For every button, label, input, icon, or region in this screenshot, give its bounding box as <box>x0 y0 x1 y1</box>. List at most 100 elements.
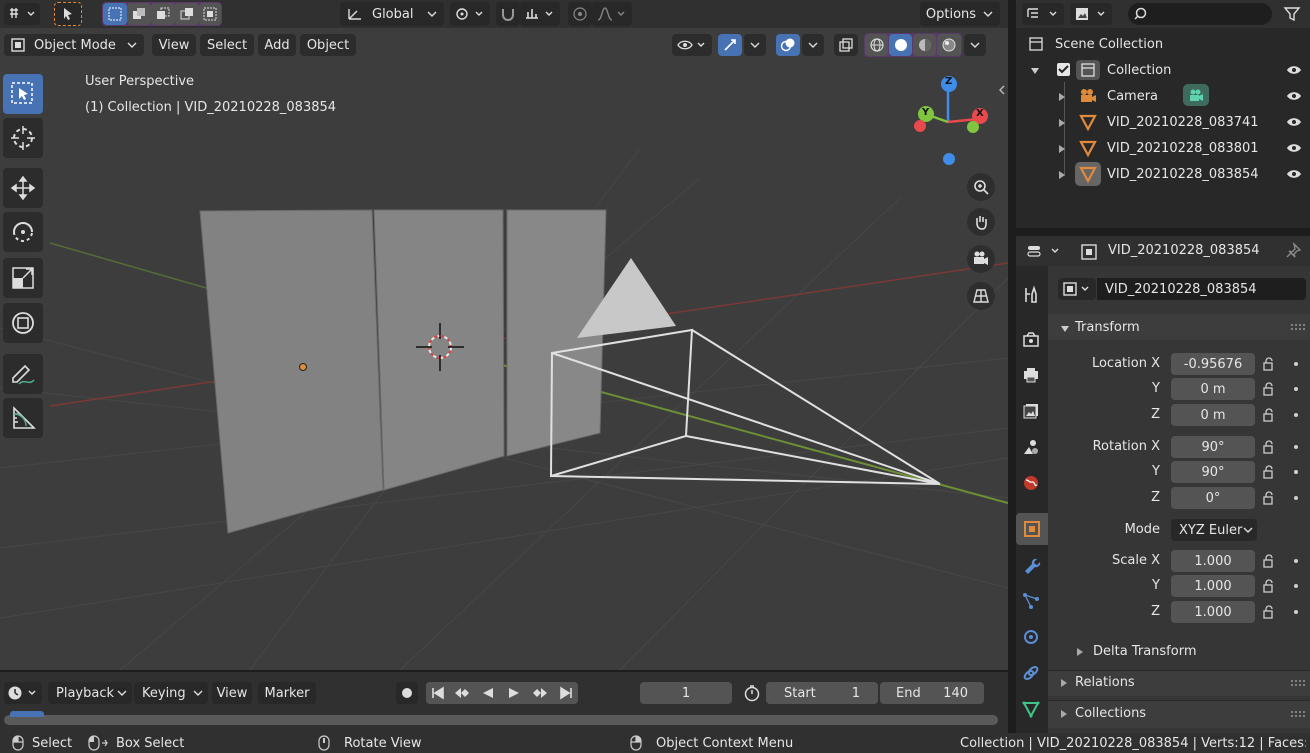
outliner-item-collection[interactable]: Collection <box>1107 63 1171 78</box>
tool-annotate[interactable] <box>3 354 43 394</box>
eye-icon[interactable] <box>1286 65 1302 75</box>
keyframe-dot[interactable] <box>1294 445 1298 449</box>
visibility-dropdown[interactable] <box>672 34 712 56</box>
outliner-item-camera[interactable]: Camera <box>1107 89 1158 104</box>
expand-arrow-icon[interactable] <box>1058 91 1066 101</box>
xray-toggle[interactable] <box>834 34 858 56</box>
pan-button[interactable] <box>967 208 995 236</box>
shading-material-button[interactable] <box>913 34 936 56</box>
tab-modifiers[interactable] <box>1016 550 1046 580</box>
tab-output[interactable] <box>1016 360 1046 390</box>
select-new-button[interactable] <box>103 3 127 25</box>
lock-icon[interactable] <box>1262 465 1276 479</box>
display-mode-dropdown[interactable] <box>1070 3 1112 25</box>
expand-arrow-icon[interactable] <box>1060 708 1068 718</box>
select-intersect-button[interactable] <box>199 3 221 25</box>
drag-handle-icon[interactable] <box>1290 322 1306 332</box>
stopwatch-icon[interactable] <box>742 684 762 702</box>
zoom-button[interactable] <box>967 173 995 201</box>
gizmo-dropdown[interactable] <box>744 34 766 56</box>
tool-measure[interactable] <box>3 398 43 438</box>
collection-checkbox[interactable] <box>1057 63 1070 76</box>
options-dropdown[interactable]: Options <box>920 2 1000 26</box>
gizmo-toggle[interactable] <box>718 34 742 56</box>
lock-icon[interactable] <box>1262 382 1276 396</box>
rotation-x-field[interactable]: 90° <box>1171 436 1255 458</box>
editor-type-button[interactable] <box>4 3 40 25</box>
tab-world[interactable] <box>1016 468 1046 498</box>
camera-data-icon[interactable] <box>1183 84 1209 106</box>
menu-add[interactable]: Add <box>258 34 296 56</box>
shading-wireframe-button[interactable] <box>865 34 888 56</box>
scale-x-field[interactable]: 1.000 <box>1171 550 1255 572</box>
lock-icon[interactable] <box>1262 357 1276 371</box>
tool-rotate[interactable] <box>3 212 43 252</box>
timeline-scrollbar[interactable] <box>4 715 998 725</box>
falloff-dropdown[interactable] <box>592 2 632 26</box>
outliner-search-input[interactable] <box>1128 3 1272 25</box>
expand-arrow-icon[interactable] <box>1058 169 1066 179</box>
tool-transform[interactable] <box>3 303 43 343</box>
tab-data[interactable] <box>1016 694 1046 724</box>
image-plane-1[interactable] <box>199 209 384 534</box>
eye-icon[interactable] <box>1286 117 1302 127</box>
tab-tool[interactable] <box>1016 280 1046 310</box>
next-keyframe-button[interactable] <box>528 682 552 704</box>
scene-collection-label[interactable]: Scene Collection <box>1055 37 1163 52</box>
menu-select[interactable]: Select <box>200 34 254 56</box>
image-plane-2[interactable] <box>373 209 505 491</box>
shading-rendered-button[interactable] <box>937 34 961 56</box>
orientation-dropdown[interactable]: Global <box>340 2 444 26</box>
shading-dropdown[interactable] <box>964 34 986 56</box>
shading-solid-button[interactable] <box>889 34 912 56</box>
tab-render[interactable] <box>1016 324 1046 354</box>
navigation-gizmo[interactable] <box>900 72 1000 182</box>
prev-keyframe-button[interactable] <box>450 682 474 704</box>
tool-cursor[interactable] <box>3 118 43 158</box>
end-frame-field[interactable]: End 140 <box>880 682 984 704</box>
tab-constraints[interactable] <box>1016 658 1046 688</box>
jump-start-button[interactable] <box>426 682 450 704</box>
lock-icon[interactable] <box>1262 554 1276 568</box>
start-frame-field[interactable]: Start 1 <box>766 682 878 704</box>
tool-select-box[interactable] <box>3 74 43 114</box>
overlay-toggle[interactable] <box>776 34 800 56</box>
current-frame-field[interactable]: 1 <box>640 682 732 704</box>
sidebar-toggle[interactable] <box>996 80 1008 100</box>
menu-object[interactable]: Object <box>300 34 356 56</box>
keyframe-dot[interactable] <box>1294 610 1298 614</box>
tool-scale[interactable] <box>3 258 43 298</box>
tab-view-layer[interactable] <box>1016 396 1046 426</box>
pin-icon[interactable] <box>1284 241 1302 260</box>
rotation-mode-dropdown[interactable]: XYZ Euler <box>1171 519 1257 541</box>
lock-icon[interactable] <box>1262 440 1276 454</box>
overlay-dropdown[interactable] <box>802 34 824 56</box>
keyframe-dot[interactable] <box>1294 559 1298 563</box>
select-extend-button[interactable] <box>127 3 151 25</box>
tab-particles[interactable] <box>1016 586 1046 616</box>
filter-icon[interactable] <box>1282 5 1302 23</box>
keyframe-dot[interactable] <box>1294 387 1298 391</box>
expand-arrow-icon[interactable] <box>1058 143 1066 153</box>
collapse-arrow-icon[interactable] <box>1060 323 1070 333</box>
timeline-menu-playback[interactable]: Playback <box>48 682 132 704</box>
select-tool-button[interactable] <box>54 2 82 26</box>
tab-scene[interactable] <box>1016 432 1046 462</box>
location-z-field[interactable]: 0 m <box>1171 404 1255 426</box>
ortho-toggle-button[interactable] <box>967 282 995 310</box>
tab-physics[interactable] <box>1016 622 1046 652</box>
outliner-item-mesh-2[interactable]: VID_20210228_083801 <box>1107 141 1259 156</box>
expand-arrow-icon[interactable] <box>1076 646 1084 656</box>
lock-icon[interactable] <box>1262 408 1276 422</box>
play-reverse-button[interactable] <box>476 682 500 704</box>
lock-icon[interactable] <box>1262 491 1276 505</box>
record-button[interactable] <box>396 682 418 704</box>
eye-icon[interactable] <box>1286 169 1302 179</box>
eye-icon[interactable] <box>1286 91 1302 101</box>
jump-end-button[interactable] <box>554 682 578 704</box>
tab-object-active[interactable] <box>1016 513 1048 545</box>
lock-icon[interactable] <box>1262 605 1276 619</box>
keyframe-dot[interactable] <box>1294 584 1298 588</box>
object-browse-button[interactable] <box>1058 278 1096 300</box>
expand-arrow-icon[interactable] <box>1060 677 1068 687</box>
